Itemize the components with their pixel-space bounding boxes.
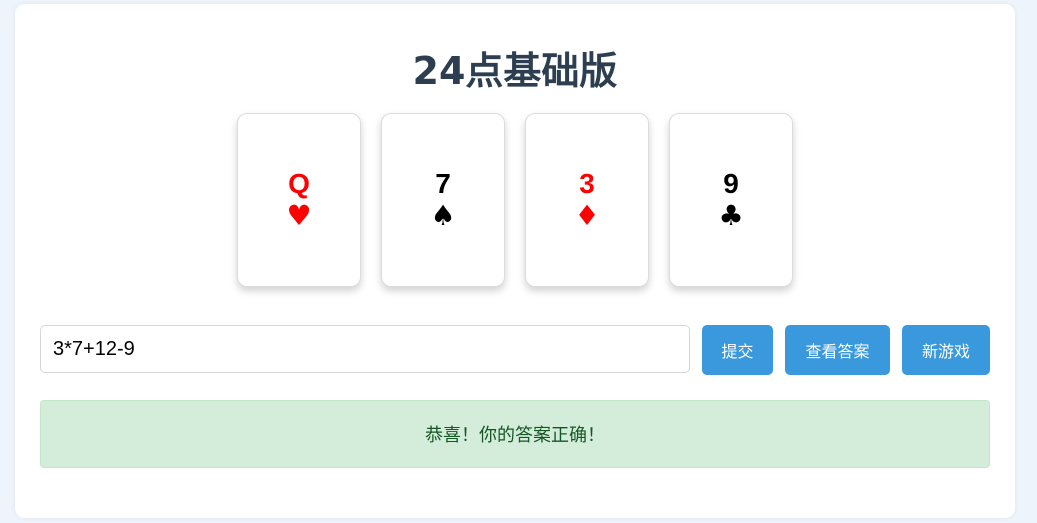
answer-input[interactable] xyxy=(40,325,690,373)
playing-card: 7 ♠ xyxy=(381,113,505,287)
playing-card: 3 ♦ xyxy=(525,113,649,287)
playing-card: Q ♥ xyxy=(237,113,361,287)
card-rank: 9 xyxy=(723,168,739,199)
submit-button[interactable]: 提交 xyxy=(702,325,773,375)
card-rank: 7 xyxy=(435,168,451,199)
card-rank: 3 xyxy=(579,168,595,199)
club-icon: ♣ xyxy=(718,199,744,232)
show-answer-button[interactable]: 查看答案 xyxy=(785,325,890,375)
result-message: 恭喜！你的答案正确！ xyxy=(40,400,990,468)
new-game-button[interactable]: 新游戏 xyxy=(902,325,990,375)
page-title: 24点基础版 xyxy=(412,49,618,93)
game-panel: 24点基础版 Q ♥ 7 ♠ 3 ♦ 9 ♣ 提交 查看答案 新游戏 恭喜！你的… xyxy=(15,4,1015,518)
playing-card: 9 ♣ xyxy=(669,113,793,287)
card-rank: Q xyxy=(288,168,310,199)
diamond-icon: ♦ xyxy=(574,199,600,232)
spade-icon: ♠ xyxy=(430,199,456,232)
heart-icon: ♥ xyxy=(286,199,312,232)
